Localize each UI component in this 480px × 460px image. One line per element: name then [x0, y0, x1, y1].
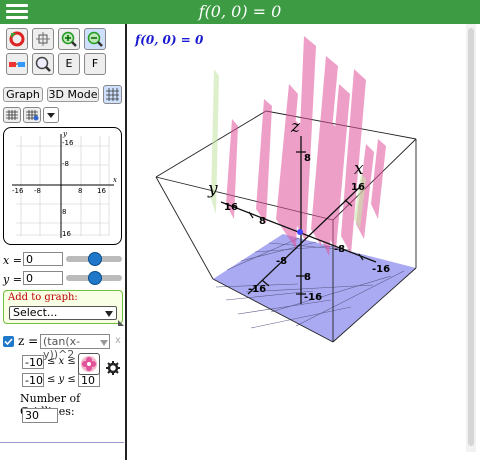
mini-tick-label: 8 [78, 187, 83, 195]
surface-sheets [226, 36, 386, 256]
x-point-label: x = [3, 254, 22, 267]
reset-view-icon[interactable] [6, 28, 28, 50]
y-axis-label: y [207, 179, 218, 199]
expression-dropdown-icon[interactable] [100, 340, 108, 346]
add-graph-select[interactable]: Select... [9, 306, 117, 320]
grid-toggle-icon[interactable] [103, 85, 122, 104]
tick-label: -16 [372, 264, 390, 275]
tick-label: -8 [334, 244, 345, 255]
origin-point[interactable] [297, 229, 303, 235]
resize-handle-icon[interactable] [118, 320, 124, 326]
function-checkbox[interactable] [3, 336, 14, 347]
mini-tick-label: -8 [62, 160, 69, 168]
y-point-input[interactable]: 0 [23, 271, 63, 285]
mini-tick-label: 16 [62, 230, 71, 238]
y-max-input[interactable]: 10 [78, 373, 100, 387]
mini-tick-label: -16 [62, 139, 74, 147]
grid-small-icon[interactable] [3, 107, 21, 123]
close-function-icon[interactable]: x [115, 335, 121, 346]
y-slider-thumb[interactable] [88, 271, 102, 285]
graph-button[interactable]: Graph [3, 87, 43, 102]
mini-tick-label: -8 [34, 187, 41, 195]
tick-label: 8 [304, 153, 311, 164]
add-to-graph-label: Add to graph: [8, 292, 78, 303]
tick-label: 8 [304, 272, 311, 283]
x-min-input[interactable]: -10 [22, 355, 44, 369]
page-title: f(0, 0) = 0 [198, 2, 282, 21]
mini-tick-label: -16 [12, 187, 24, 195]
scrollbar-thumb[interactable] [468, 28, 474, 446]
gear-icon[interactable] [106, 361, 120, 375]
x-point-input[interactable]: 0 [23, 252, 63, 266]
tick-label: 16 [351, 182, 365, 193]
mini-y-axis-label: y [63, 130, 67, 138]
tick-label: 8 [259, 216, 266, 227]
tick-label: 16 [224, 202, 238, 213]
check-icon [4, 338, 13, 346]
z-equals-label: z = [18, 334, 39, 348]
y-range-label: ≤ y ≤ [47, 374, 76, 385]
zoom-fit-icon[interactable] [32, 53, 54, 75]
z-axis-label: z [290, 117, 301, 137]
3d-glasses-icon[interactable] [6, 53, 28, 75]
zoom-in-icon[interactable] [58, 28, 80, 50]
x-range-label: ≤ x ≤ [47, 356, 76, 367]
3d-mode-button[interactable]: 3D Mode [47, 87, 99, 102]
dropdown-chevron-icon[interactable] [43, 107, 59, 123]
zoom-out-icon[interactable] [84, 28, 106, 50]
e-button[interactable]: E [58, 53, 80, 75]
add-to-graph-panel: Add to graph: Select... [3, 290, 123, 324]
rotate-view-icon[interactable] [32, 28, 54, 50]
f-button[interactable]: F [84, 53, 106, 75]
x-slider-thumb[interactable] [88, 252, 102, 266]
grid-options-icon[interactable] [23, 107, 41, 123]
mini-tick-label: 16 [97, 187, 106, 195]
y-min-input[interactable]: -10 [22, 373, 44, 387]
mini-2d-graph[interactable]: -16 -8 8 16 -16 -8 8 16 x y [3, 127, 122, 245]
y-point-label: y = [3, 273, 22, 286]
gridlines-input[interactable]: 30 [22, 408, 58, 423]
top-bar: f(0, 0) = 0 [0, 0, 480, 24]
3d-graph-canvas[interactable]: z x y 8 16 16 8 -8 -16 -8 -16 8 -16 [126, 24, 466, 454]
tick-label: -8 [276, 256, 287, 267]
sidebar: E F Graph 3D Mode -16 -8 8 16 -16 -8 8 1… [0, 24, 127, 460]
function-panel: z = (tan(x-y))^2 x -10 ≤ x ≤ -10 ≤ y ≤ 1… [0, 332, 124, 443]
page-scrollbar[interactable] [466, 24, 476, 452]
color-picker-button[interactable] [78, 353, 100, 375]
flower-color-icon [81, 356, 97, 372]
tick-label: -16 [304, 292, 322, 303]
mini-x-axis-label: x [113, 176, 117, 184]
add-graph-select-value: Select... [13, 306, 58, 319]
chevron-down-icon [105, 311, 113, 317]
x-axis-label: x [354, 159, 364, 179]
mini-tick-label: 8 [62, 208, 67, 216]
tick-label: -16 [248, 284, 266, 295]
